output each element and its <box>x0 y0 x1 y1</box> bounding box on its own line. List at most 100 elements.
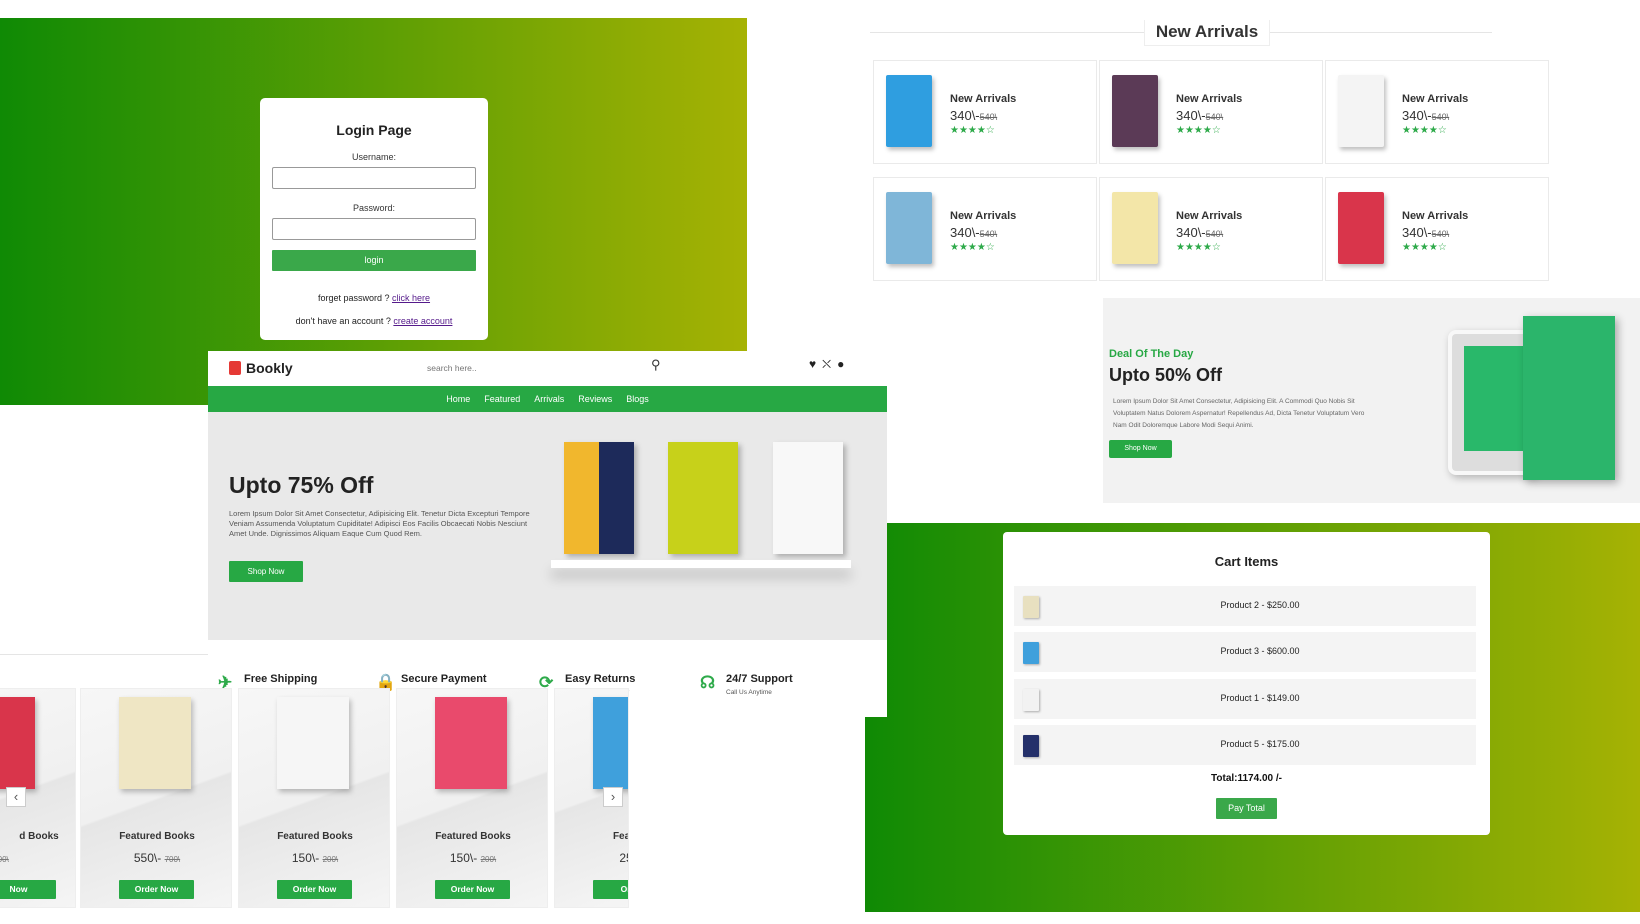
price-current: 150\- <box>449 851 478 865</box>
cart-icon[interactable]: ⛌ <box>822 357 837 371</box>
book-title: New Arrivals <box>1176 210 1243 222</box>
deal-shop-button[interactable]: Shop Now <box>1109 440 1172 458</box>
new-arrival-card[interactable]: New Arrivals 340\-540\ ★★★★☆ <box>873 177 1097 281</box>
nav-link-home[interactable]: Home <box>446 394 470 404</box>
nav-link-featured[interactable]: Featured <box>484 394 520 404</box>
price-current: 340\- <box>950 108 980 123</box>
brand-name: Bookly <box>246 360 293 376</box>
price-current: 340\- <box>1176 225 1206 240</box>
search-icon[interactable]: ⚲ <box>651 357 661 373</box>
book-cover <box>1338 192 1384 264</box>
order-now-button[interactable]: Orde <box>593 880 628 899</box>
new-arrival-card[interactable]: New Arrivals 340\-540\ ★★★★☆ <box>1099 60 1323 164</box>
feature-title: 24/7 Support <box>726 673 793 685</box>
shelf-book-sample <box>668 442 738 554</box>
heart-icon[interactable]: ♥ <box>809 357 822 371</box>
star-rating: ★★★★☆ <box>1402 242 1447 253</box>
order-now-button[interactable]: Order Now <box>277 880 352 899</box>
price-old: 200\ <box>480 855 497 864</box>
star-rating: ★★★★☆ <box>1402 125 1447 136</box>
featured-divider <box>0 654 208 655</box>
book-title: Featured Books <box>435 831 511 842</box>
cart-item: Product 5 - $175.00 <box>1014 725 1476 765</box>
pay-total-button[interactable]: Pay Total <box>1216 798 1277 819</box>
tablet-book-cover <box>1464 346 1524 451</box>
deal-subtitle: Deal Of The Day <box>1109 348 1194 360</box>
book-price: 340\-540\ <box>1402 108 1449 123</box>
username-input[interactable] <box>272 167 476 189</box>
feature-item: ☊ 24/7 Support Call Us Anytime <box>700 673 793 696</box>
feature-title: Free Shipping <box>244 673 318 685</box>
new-arrival-card[interactable]: New Arrivals 340\-540\ ★★★★☆ <box>1325 60 1549 164</box>
login-button[interactable]: login <box>272 250 476 271</box>
book-title: New Arrivals <box>950 210 1017 222</box>
price-current: 340\- <box>1402 225 1432 240</box>
book-price: 340\-540\ <box>1176 108 1223 123</box>
new-arrival-card[interactable]: New Arrivals 340\-540\ ★★★★☆ <box>1099 177 1323 281</box>
new-arrival-card[interactable]: New Arrivals 340\-540\ ★★★★☆ <box>1325 177 1549 281</box>
nav-link-reviews[interactable]: Reviews <box>578 394 612 404</box>
nav-link-arrivals[interactable]: Arrivals <box>534 394 564 404</box>
feature-title: Secure Payment <box>401 673 487 685</box>
shelf-book-music <box>564 442 634 554</box>
feature-subtitle: Call Us Anytime <box>726 689 772 696</box>
bookshelf <box>551 560 851 568</box>
price-old: 200\ <box>322 855 339 864</box>
book-cover <box>277 697 349 789</box>
featured-book-card[interactable]: Featured Books 150\- 200\ Order Now <box>238 688 390 908</box>
book-cover <box>1338 75 1384 147</box>
price-old: 540\ <box>979 112 998 122</box>
cart-item-label: Product 2 - $250.00 <box>1220 600 1300 610</box>
bookly-header: Bookly ⚲ ♥⛌● <box>208 351 887 386</box>
book-cover <box>1112 192 1158 264</box>
book-price: 150\- 200\ <box>397 851 549 865</box>
username-label: Username: <box>351 152 396 162</box>
book-cover <box>0 697 35 789</box>
bookly-navbar: Home Featured Arrivals Reviews Blogs <box>208 386 887 412</box>
price-old: 540\ <box>979 229 998 239</box>
hero-section: Upto 75% Off Lorem Ipsum Dolor Sit Amet … <box>208 412 887 640</box>
search-input[interactable] <box>419 357 677 379</box>
login-title: Login Page <box>336 122 412 138</box>
headset-icon: ☊ <box>700 673 716 692</box>
carousel-next-button[interactable]: › <box>603 787 623 807</box>
order-now-button[interactable]: Order Now <box>119 880 194 899</box>
cart-item: Product 1 - $149.00 <box>1014 679 1476 719</box>
hero-shop-button[interactable]: Shop Now <box>229 561 303 582</box>
star-rating: ★★★★☆ <box>950 242 995 253</box>
user-icon[interactable]: ● <box>837 357 850 371</box>
book-price: 200\ <box>0 851 76 865</box>
book-cover <box>119 697 191 789</box>
carousel-prev-button[interactable]: ‹ <box>6 787 26 807</box>
book-price: 340\-540\ <box>1402 225 1449 240</box>
order-now-button[interactable]: Now <box>0 880 56 899</box>
price-old: 540\ <box>1205 112 1224 122</box>
book-price: 340\-540\ <box>950 225 997 240</box>
deal-text: Lorem Ipsum Dolor Sit Amet Consectetur, … <box>1113 398 1365 429</box>
password-input[interactable] <box>272 218 476 240</box>
book-title: New Arrivals <box>1176 93 1243 105</box>
price-current: 340\- <box>1402 108 1432 123</box>
book-image <box>1523 316 1615 480</box>
order-now-button[interactable]: Order Now <box>435 880 510 899</box>
bookly-logo[interactable]: Bookly <box>229 360 293 376</box>
star-rating: ★★★★☆ <box>1176 242 1221 253</box>
featured-book-card[interactable]: Featured Books 150\- 200\ Order Now <box>396 688 548 908</box>
bookly-page: Bookly ⚲ ♥⛌● Home Featured Arrivals Reviews… <box>208 351 887 717</box>
cart-item-label: Product 5 - $175.00 <box>1220 739 1300 749</box>
price-old: 200\ <box>0 855 9 864</box>
book-title: Feature <box>612 831 629 842</box>
book-price: 550\- 700\ <box>81 851 233 865</box>
forgot-link[interactable]: click here <box>392 293 430 303</box>
deal-title: Upto 50% Off <box>1109 365 1223 385</box>
nav-link-blogs[interactable]: Blogs <box>626 394 649 404</box>
price-old: 540\ <box>1205 229 1224 239</box>
feature-title: Easy Returns <box>565 673 636 685</box>
price-current: 340\- <box>950 225 980 240</box>
create-account-link[interactable]: create account <box>393 316 452 326</box>
price-current: 150\- <box>291 851 320 865</box>
forgot-text: forget password ? <box>317 293 393 303</box>
featured-book-card[interactable]: Featured Books 550\- 700\ Order Now <box>80 688 232 908</box>
new-arrival-card[interactable]: New Arrivals 340\-540\ ★★★★☆ <box>873 60 1097 164</box>
price-current: 550\- <box>133 851 162 865</box>
